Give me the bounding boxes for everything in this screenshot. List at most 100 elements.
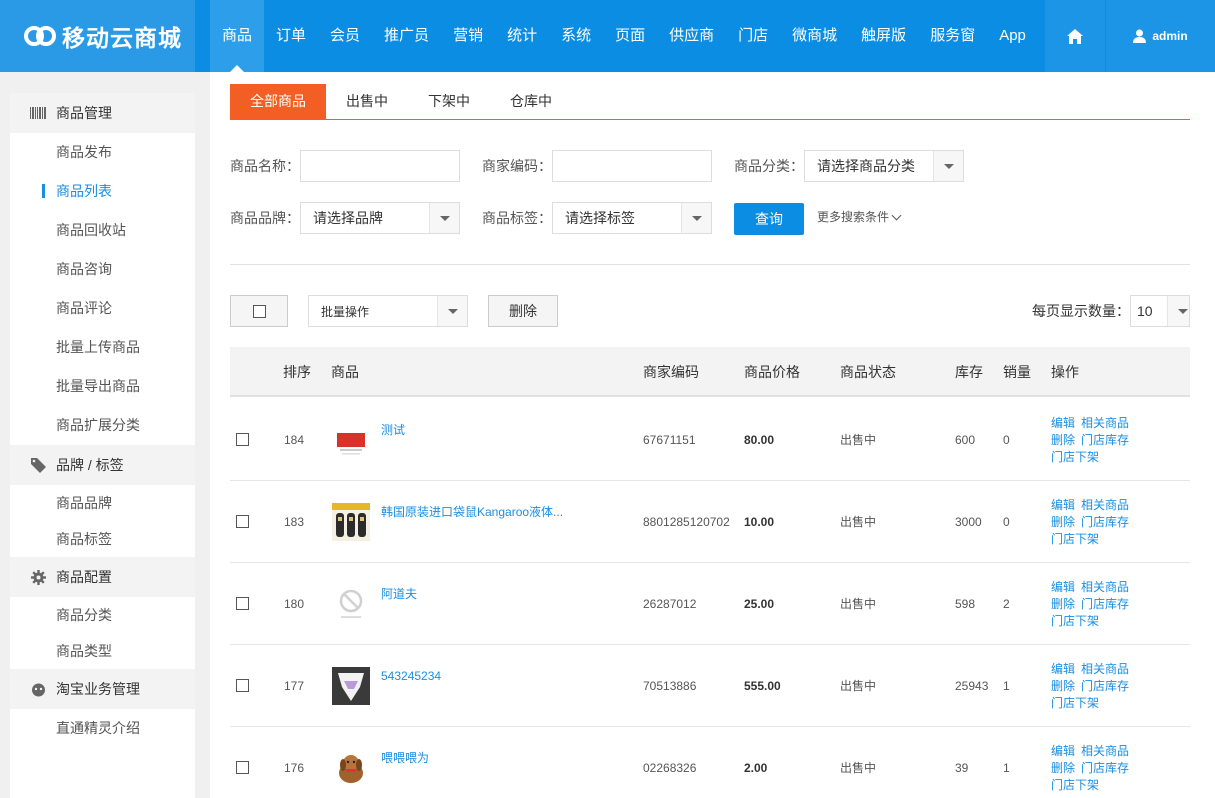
- home-button[interactable]: [1045, 0, 1105, 72]
- sidebar-item-taobao-intro[interactable]: 直通精灵介绍: [10, 709, 195, 748]
- store-offshelf-link[interactable]: 门店下架: [1051, 778, 1099, 792]
- nav-item-wechat-mall[interactable]: 微商城: [780, 0, 849, 72]
- related-goods-link[interactable]: 相关商品: [1081, 662, 1129, 676]
- product-name-link[interactable]: 543245234: [381, 669, 441, 683]
- nav-item-orders[interactable]: 订单: [264, 0, 318, 72]
- row-checkbox[interactable]: [236, 761, 249, 774]
- sidebar-group-goods-management[interactable]: 商品管理: [10, 93, 195, 133]
- sidebar-item-batch-export[interactable]: 批量导出商品: [10, 367, 195, 406]
- row-checkbox[interactable]: [236, 433, 249, 446]
- query-button[interactable]: 查询: [734, 203, 804, 235]
- sidebar-item-extended-category[interactable]: 商品扩展分类: [10, 406, 195, 445]
- sidebar-item-tags[interactable]: 商品标签: [10, 521, 195, 557]
- chevron-down-icon: [429, 203, 459, 233]
- sidebar-item-consult[interactable]: 商品咨询: [10, 250, 195, 289]
- store-offshelf-link[interactable]: 门店下架: [1051, 532, 1099, 546]
- store-offshelf-link[interactable]: 门店下架: [1051, 450, 1099, 464]
- edit-link[interactable]: 编辑: [1051, 744, 1075, 758]
- store-offshelf-link[interactable]: 门店下架: [1051, 696, 1099, 710]
- nav-item-stats[interactable]: 统计: [495, 0, 549, 72]
- code-input[interactable]: [552, 150, 712, 182]
- sidebar-item-categories[interactable]: 商品分类: [10, 597, 195, 633]
- store-stock-link[interactable]: 门店库存: [1081, 433, 1129, 447]
- col-stock[interactable]: 库存: [955, 347, 983, 397]
- edit-link[interactable]: 编辑: [1051, 662, 1075, 676]
- edit-link[interactable]: 编辑: [1051, 580, 1075, 594]
- product-thumbnail[interactable]: [332, 667, 370, 705]
- sidebar-group-taobao[interactable]: 淘宝业务管理: [10, 669, 195, 709]
- category-select[interactable]: 请选择商品分类: [804, 150, 964, 182]
- col-sort[interactable]: 排序: [283, 347, 311, 397]
- nav-item-touch[interactable]: 触屏版: [849, 0, 918, 72]
- sidebar-group-brand-tag[interactable]: 品牌 / 标签: [10, 445, 195, 485]
- tab-off-shelf[interactable]: 下架中: [408, 84, 490, 119]
- brand-select[interactable]: 请选择品牌: [300, 202, 460, 234]
- edit-link[interactable]: 编辑: [1051, 416, 1075, 430]
- row-checkbox[interactable]: [236, 597, 249, 610]
- related-goods-link[interactable]: 相关商品: [1081, 498, 1129, 512]
- row-actions: 编辑 相关商品 删除 门店库存 门店下架: [1051, 661, 1151, 712]
- tab-on-sale[interactable]: 出售中: [326, 84, 408, 119]
- delete-link[interactable]: 删除: [1051, 679, 1075, 693]
- delete-link[interactable]: 删除: [1051, 597, 1075, 611]
- product-name-link[interactable]: 喂喂喂为: [381, 751, 429, 765]
- product-name-link[interactable]: 测试: [381, 423, 405, 437]
- nav-item-members[interactable]: 会员: [318, 0, 372, 72]
- delete-link[interactable]: 删除: [1051, 761, 1075, 775]
- store-stock-link[interactable]: 门店库存: [1081, 761, 1129, 775]
- row-checkbox[interactable]: [236, 679, 249, 692]
- related-goods-link[interactable]: 相关商品: [1081, 416, 1129, 430]
- sidebar-item-publish[interactable]: 商品发布: [10, 133, 195, 172]
- sidebar-item-recycle-bin[interactable]: 商品回收站: [10, 211, 195, 250]
- row-checkbox[interactable]: [236, 515, 249, 528]
- related-goods-link[interactable]: 相关商品: [1081, 744, 1129, 758]
- product-thumbnail[interactable]: [332, 503, 370, 541]
- logo[interactable]: 移动云商城: [0, 0, 195, 72]
- select-all-checkbox[interactable]: [252, 304, 266, 318]
- nav-item-marketing[interactable]: 营销: [441, 0, 495, 72]
- product-name-link[interactable]: 韩国原装进口袋鼠Kangaroo液体...: [381, 505, 563, 519]
- nav-item-system[interactable]: 系统: [549, 0, 603, 72]
- row-code: 67671151: [643, 433, 696, 447]
- tag-select[interactable]: 请选择标签: [552, 202, 712, 234]
- nav-item-app[interactable]: App: [987, 0, 1038, 72]
- pagesize-select[interactable]: 10: [1130, 295, 1190, 327]
- product-thumbnail[interactable]: [332, 749, 370, 787]
- nav-item-suppliers[interactable]: 供应商: [657, 0, 726, 72]
- user-menu[interactable]: admin: [1106, 0, 1215, 72]
- col-sales[interactable]: 销量: [1003, 347, 1031, 397]
- store-stock-link[interactable]: 门店库存: [1081, 515, 1129, 529]
- product-name-link[interactable]: 阿道夫: [381, 587, 417, 601]
- table-row: 176 喂喂喂为 02268326 2.00 出售中 39 1 编辑 相关商品 删…: [230, 727, 1190, 798]
- delete-button[interactable]: 删除: [488, 295, 558, 327]
- related-goods-link[interactable]: 相关商品: [1081, 580, 1129, 594]
- sidebar-item-goods-list[interactable]: 商品列表: [10, 172, 195, 211]
- nav-item-goods[interactable]: 商品: [210, 0, 265, 72]
- row-sales: 0: [1003, 433, 1010, 447]
- nav-item-service-window[interactable]: 服务窗: [918, 0, 987, 72]
- sidebar-item-reviews[interactable]: 商品评论: [10, 289, 195, 328]
- store-offshelf-link[interactable]: 门店下架: [1051, 614, 1099, 628]
- tab-in-warehouse[interactable]: 仓库中: [490, 84, 572, 119]
- tab-all-goods[interactable]: 全部商品: [230, 84, 326, 119]
- delete-link[interactable]: 删除: [1051, 433, 1075, 447]
- name-input[interactable]: [300, 150, 460, 182]
- delete-link[interactable]: 删除: [1051, 515, 1075, 529]
- nav-item-promoters[interactable]: 推广员: [372, 0, 441, 72]
- select-all-button[interactable]: [230, 295, 288, 327]
- user-name: admin: [1152, 29, 1188, 43]
- sidebar-group-goods-config[interactable]: 商品配置: [10, 557, 195, 597]
- product-thumbnail[interactable]: [332, 421, 370, 459]
- no-image-placeholder-icon[interactable]: [332, 585, 370, 623]
- nav-item-stores[interactable]: 门店: [726, 0, 780, 72]
- batch-action-select[interactable]: 批量操作: [308, 295, 468, 327]
- store-stock-link[interactable]: 门店库存: [1081, 679, 1129, 693]
- sidebar-item-types[interactable]: 商品类型: [10, 633, 195, 669]
- more-search-toggle[interactable]: 更多搜索条件: [817, 206, 902, 228]
- col-price[interactable]: 商品价格: [744, 347, 800, 397]
- sidebar-item-batch-upload[interactable]: 批量上传商品: [10, 328, 195, 367]
- edit-link[interactable]: 编辑: [1051, 498, 1075, 512]
- sidebar-item-brands[interactable]: 商品品牌: [10, 485, 195, 521]
- store-stock-link[interactable]: 门店库存: [1081, 597, 1129, 611]
- nav-item-pages[interactable]: 页面: [603, 0, 657, 72]
